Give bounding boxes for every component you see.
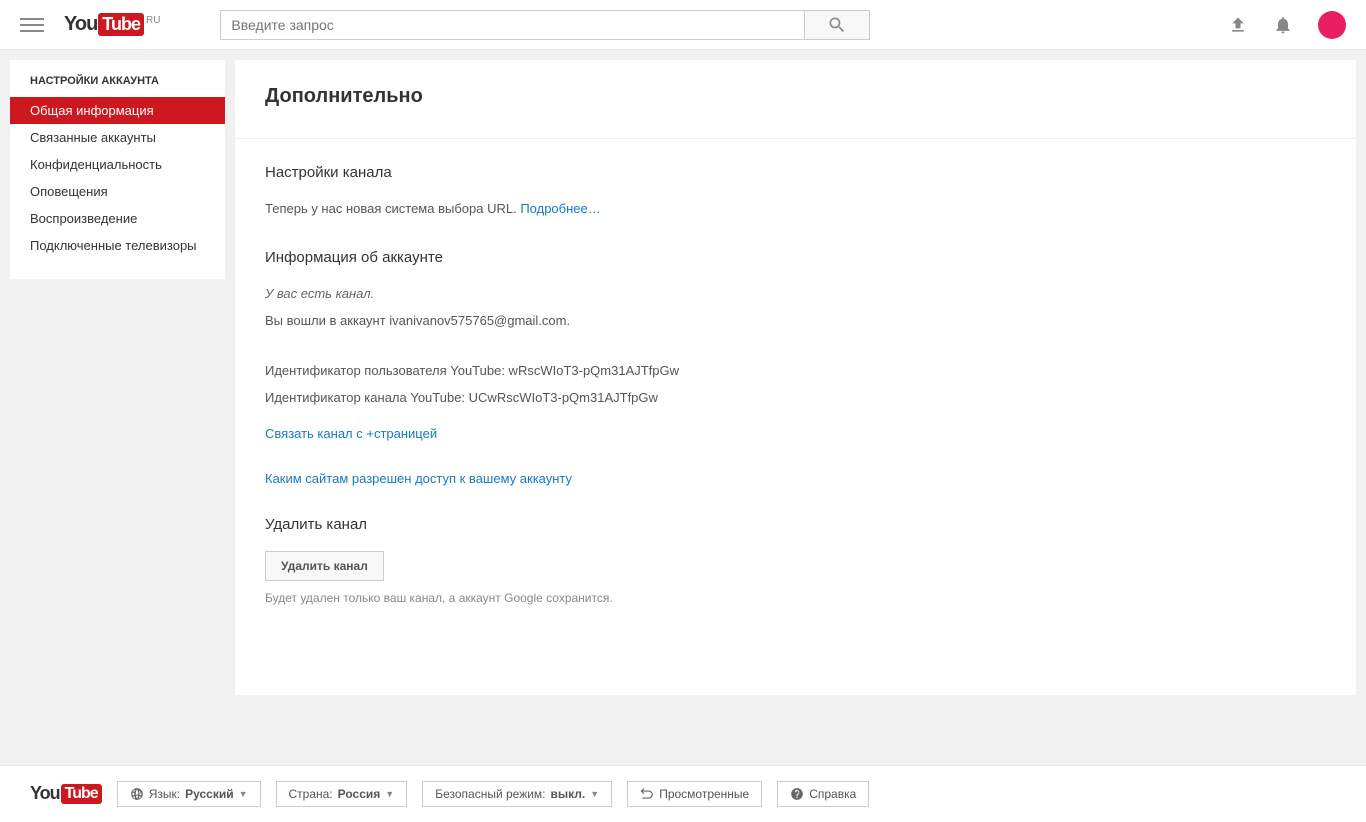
header: YouTube RU <box>0 0 1366 50</box>
main-panel: Дополнительно Настройки канала Теперь у … <box>235 60 1356 695</box>
channel-settings-title: Настройки канала <box>265 164 1326 181</box>
language-button[interactable]: Язык: Русский ▼ <box>117 781 261 807</box>
delete-channel-button[interactable]: Удалить канал <box>265 551 384 581</box>
upload-icon[interactable] <box>1228 15 1248 35</box>
delete-channel-note: Будет удален только ваш канал, а аккаунт… <box>265 591 1326 605</box>
content: НАСТРОЙКИ АККАУНТА Общая информация Связ… <box>0 50 1366 705</box>
logo-region: RU <box>146 15 160 26</box>
delete-channel-section: Удалить канал Удалить канал Будет удален… <box>265 516 1326 605</box>
bell-icon[interactable] <box>1273 15 1293 35</box>
delete-channel-title: Удалить канал <box>265 516 1326 533</box>
sidebar-item-connected[interactable]: Связанные аккаунты <box>10 124 225 151</box>
history-button[interactable]: Просмотренные <box>627 781 762 807</box>
search-input[interactable] <box>220 10 805 40</box>
sites-access-link[interactable]: Каким сайтам разрешен доступ к вашему ак… <box>265 471 572 486</box>
sidebar-item-privacy[interactable]: Конфиденциальность <box>10 151 225 178</box>
globe-icon <box>130 787 144 801</box>
sidebar: НАСТРОЙКИ АККАУНТА Общая информация Связ… <box>10 60 225 279</box>
channel-settings-section: Настройки канала Теперь у нас новая сист… <box>265 164 1326 219</box>
search-bar <box>220 10 870 40</box>
divider <box>235 138 1356 139</box>
logo[interactable]: YouTube RU <box>64 13 160 36</box>
channel-settings-text: Теперь у нас новая система выбора URL. П… <box>265 199 1326 219</box>
chevron-down-icon: ▼ <box>385 789 394 799</box>
sidebar-item-general[interactable]: Общая информация <box>10 97 225 124</box>
header-actions <box>1228 11 1346 39</box>
you-have-channel: У вас есть канал. <box>265 284 1326 304</box>
footer-logo[interactable]: YouTube <box>30 783 102 804</box>
avatar[interactable] <box>1318 11 1346 39</box>
channel-id: Идентификатор канала YouTube: UCwRscWIoT… <box>265 388 1326 408</box>
account-info-section: Информация об аккаунте У вас есть канал.… <box>265 249 1326 486</box>
search-button[interactable] <box>805 10 870 40</box>
history-icon <box>640 787 654 801</box>
chevron-down-icon: ▼ <box>239 789 248 799</box>
help-icon <box>790 787 804 801</box>
learn-more-link[interactable]: Подробнее… <box>520 201 600 216</box>
footer: YouTube Язык: Русский ▼ Страна: Россия ▼… <box>0 765 1366 822</box>
page-title: Дополнительно <box>265 85 1326 108</box>
link-plus-page[interactable]: Связать канал с +страницей <box>265 426 437 441</box>
menu-icon[interactable] <box>20 13 44 37</box>
signed-in-as: Вы вошли в аккаунт ivanivanov575765@gmai… <box>265 311 1326 331</box>
search-icon <box>827 15 847 35</box>
help-button[interactable]: Справка <box>777 781 869 807</box>
sidebar-item-notifications[interactable]: Оповещения <box>10 178 225 205</box>
user-id: Идентификатор пользователя YouTube: wRsc… <box>265 361 1326 381</box>
country-button[interactable]: Страна: Россия ▼ <box>276 781 408 807</box>
sidebar-title: НАСТРОЙКИ АККАУНТА <box>10 60 225 97</box>
safemode-button[interactable]: Безопасный режим: выкл. ▼ <box>422 781 612 807</box>
sidebar-item-playback[interactable]: Воспроизведение <box>10 205 225 232</box>
account-info-title: Информация об аккаунте <box>265 249 1326 266</box>
chevron-down-icon: ▼ <box>590 789 599 799</box>
sidebar-item-tvs[interactable]: Подключенные телевизоры <box>10 232 225 259</box>
